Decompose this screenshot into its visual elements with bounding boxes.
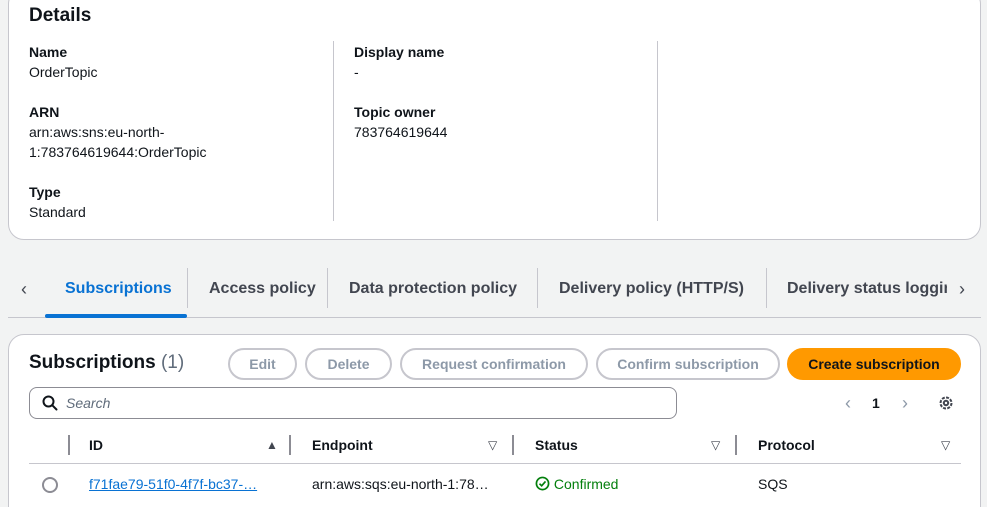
column-header-status[interactable]: Status [535,437,578,453]
header-divider [29,463,961,464]
tab-delivery-policy[interactable]: Delivery policy (HTTP/S) [559,268,744,316]
arn-field: ARN arn:aws:sns:eu-north- 1:783764619644… [29,102,206,162]
subscription-id-link[interactable]: f71fae79-51f0-4f7f-bc37-… [89,476,257,492]
column-separator [512,435,514,455]
details-panel: Details Name OrderTopic ARN arn:aws:sns:… [8,0,981,240]
chevron-right-icon[interactable]: › [952,279,972,299]
search-icon [42,395,58,411]
previous-page-icon[interactable]: ‹ [845,393,851,414]
active-tab-indicator [45,314,187,318]
tab-separator [537,268,538,308]
tab-subscriptions[interactable]: Subscriptions [65,268,172,316]
search-input[interactable] [66,393,666,413]
type-value: Standard [29,204,86,220]
column-header-id[interactable]: ID [89,437,103,453]
page-number[interactable]: 1 [872,395,880,411]
check-circle-icon [535,476,550,491]
tab-access-policy[interactable]: Access policy [209,268,316,316]
tab-separator [327,268,328,308]
subscriptions-heading: Subscriptions (1) [29,352,184,374]
search-box[interactable] [29,387,677,419]
details-title: Details [29,5,92,26]
endpoint-cell: arn:aws:sqs:eu-north-1:78… [312,476,489,492]
subscriptions-count: (1) [160,352,185,373]
type-label: Type [29,184,61,200]
sort-icon[interactable]: ▽ [711,438,720,452]
display-name-value: - [354,64,359,80]
chevron-left-icon[interactable]: ‹ [14,279,34,299]
subscriptions-panel: Subscriptions (1) Edit Delete Request co… [8,334,981,507]
column-separator [68,435,70,455]
type-field: Type Standard [29,182,86,222]
edit-button[interactable]: Edit [228,348,297,380]
topic-owner-value: 783764619644 [354,124,448,140]
arn-value-line1: arn:aws:sns:eu-north- [29,124,165,140]
display-name-label: Display name [354,44,445,60]
column-separator [735,435,737,455]
arn-value-line2: 1:783764619644:OrderTopic [29,144,207,160]
arn-label: ARN [29,104,60,120]
sort-icon[interactable]: ▽ [488,438,497,452]
protocol-cell: SQS [758,476,788,492]
tab-separator [187,268,188,308]
column-separator [289,435,291,455]
column-header-protocol[interactable]: Protocol [758,437,815,453]
name-value: OrderTopic [29,64,98,80]
tab-data-protection-policy[interactable]: Data protection policy [349,268,517,316]
tab-bar: ‹ Subscriptions Access policy Data prote… [8,262,981,318]
name-label: Name [29,44,68,60]
confirm-subscription-button[interactable]: Confirm subscription [596,348,780,380]
column-divider [657,41,658,221]
next-page-icon[interactable]: › [902,393,908,414]
delete-button[interactable]: Delete [305,348,392,380]
column-divider [333,41,334,221]
tab-delivery-status-logging[interactable]: Delivery status logging [787,268,947,316]
topic-owner-field: Topic owner 783764619644 [354,102,447,142]
create-subscription-button[interactable]: Create subscription [787,348,961,380]
name-field: Name OrderTopic [29,42,97,82]
status-text: Confirmed [553,476,619,492]
status-cell: Confirmed [535,476,618,492]
sort-icon[interactable]: ▽ [941,438,950,452]
tab-separator [766,268,767,308]
gear-icon[interactable] [937,394,955,412]
display-name-field: Display name - [354,42,444,82]
sort-ascending-icon[interactable]: ▲ [266,438,278,452]
row-select-radio[interactable] [42,477,58,493]
column-header-endpoint[interactable]: Endpoint [312,437,373,453]
subscriptions-title: Subscriptions [29,352,156,373]
topic-owner-label: Topic owner [354,104,436,120]
request-confirmation-button[interactable]: Request confirmation [400,348,588,380]
